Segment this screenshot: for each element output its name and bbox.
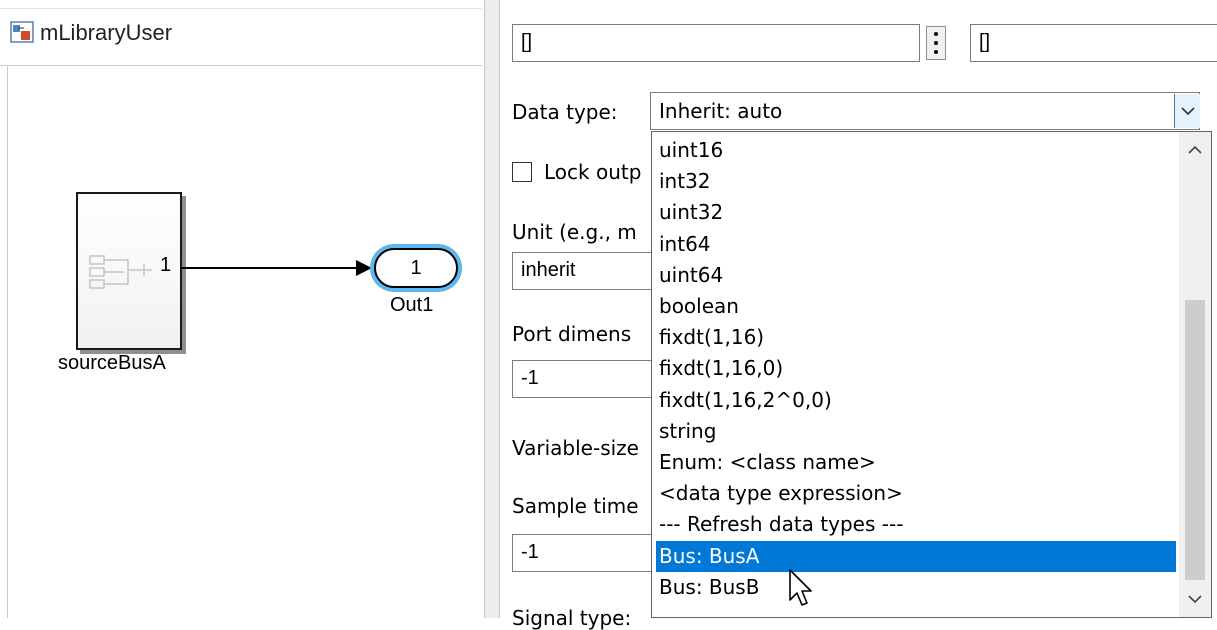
simulink-model-icon <box>10 21 34 43</box>
dropdown-item[interactable]: Bus: BusB <box>656 572 1176 603</box>
source-block-name[interactable]: sourceBusA <box>58 352 166 375</box>
outport-block[interactable]: 1 <box>374 248 458 288</box>
port-dimensions-label: Port dimens <box>512 322 632 346</box>
scroll-down-button[interactable] <box>1179 581 1211 617</box>
unit-label: Unit (e.g., m <box>512 220 637 244</box>
data-type-select[interactable]: Inherit: auto <box>650 92 1200 130</box>
sample-time-field[interactable]: -1 <box>512 534 652 572</box>
source-port-label: 1 <box>160 254 172 276</box>
lock-output-label: Lock outp <box>544 160 642 184</box>
dropdown-item-selected[interactable]: Bus: BusA <box>656 540 1176 572</box>
dropdown-scrollbar[interactable] <box>1179 132 1211 617</box>
chevron-down-icon <box>1180 107 1195 116</box>
dropdown-item[interactable]: uint16 <box>656 135 1176 166</box>
panel-splitter[interactable] <box>484 0 500 618</box>
scroll-thumb[interactable] <box>1185 300 1205 580</box>
chevron-down-icon <box>1188 595 1202 604</box>
data-type-label: Data type: <box>512 100 618 124</box>
maximum-value-field[interactable]: [] <box>970 24 1217 62</box>
data-type-dropdown-button[interactable] <box>1174 94 1200 128</box>
data-type-dropdown-list[interactable]: uint16 int32 uint32 int64 uint64 boolean fixdt… <box>651 131 1212 618</box>
dropdown-item[interactable]: fixdt(1,16,2^0,0) <box>656 385 1176 416</box>
outport-number: 1 <box>410 256 422 279</box>
sample-time-label: Sample time <box>512 494 639 518</box>
variable-size-label: Variable-size <box>512 436 639 460</box>
dropdown-item[interactable]: <data type expression> <box>656 478 1176 509</box>
signal-line[interactable] <box>180 267 358 269</box>
unit-field[interactable]: inherit <box>512 252 652 290</box>
chevron-up-icon <box>1188 145 1202 154</box>
dropdown-item[interactable]: string <box>656 416 1176 447</box>
signal-arrowhead <box>356 260 372 276</box>
dropdown-item[interactable]: uint64 <box>656 260 1176 291</box>
dropdown-item[interactable]: fixdt(1,16,0) <box>656 353 1176 384</box>
dropdown-item[interactable]: int64 <box>656 229 1176 260</box>
model-name[interactable]: mLibraryUser <box>40 20 172 46</box>
port-dimensions-field[interactable]: -1 <box>512 360 652 398</box>
lock-output-checkbox[interactable] <box>512 162 532 182</box>
dropdown-item[interactable]: fixdt(1,16) <box>656 322 1176 353</box>
signal-type-label: Signal type: <box>512 606 632 630</box>
outport-name[interactable]: Out1 <box>390 294 433 317</box>
dropdown-item[interactable]: uint32 <box>656 197 1176 228</box>
mouse-pointer-icon <box>789 569 812 606</box>
more-options-button[interactable] <box>926 26 946 60</box>
scroll-up-button[interactable] <box>1179 132 1211 168</box>
bus-creator-icon <box>89 255 152 289</box>
dropdown-item[interactable]: --- Refresh data types --- <box>656 509 1176 540</box>
dropdown-item[interactable]: boolean <box>656 291 1176 322</box>
initial-value-field[interactable]: [] <box>512 24 920 62</box>
dropdown-item[interactable]: int32 <box>656 166 1176 197</box>
dropdown-item[interactable]: Enum: <class name> <box>656 447 1176 478</box>
